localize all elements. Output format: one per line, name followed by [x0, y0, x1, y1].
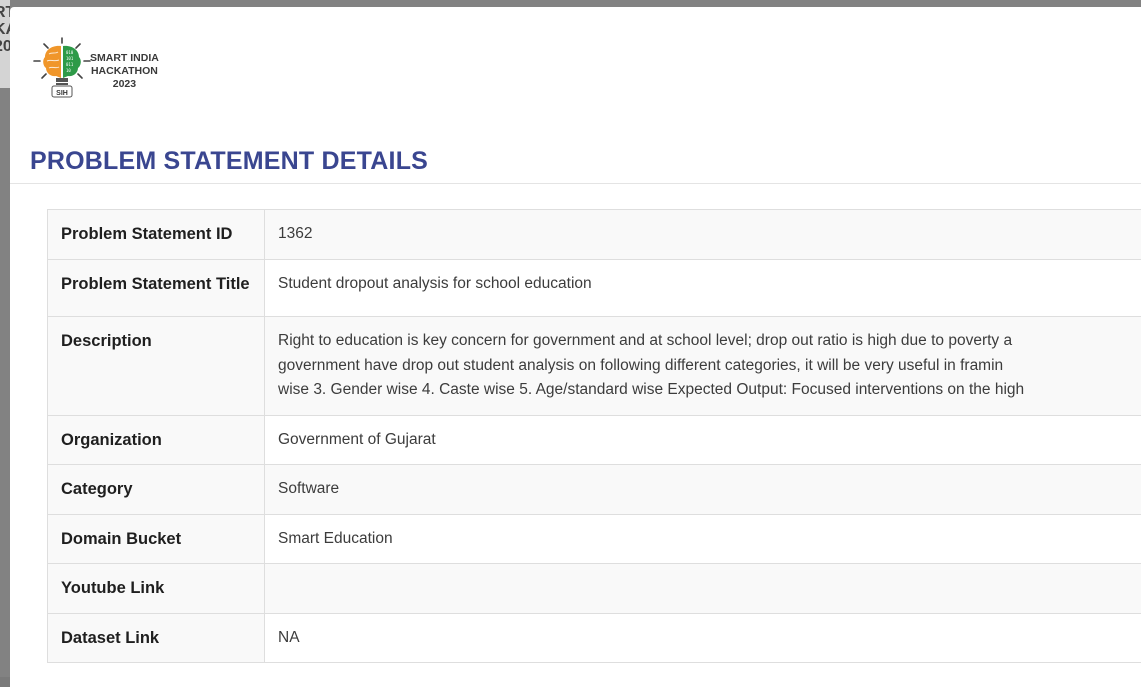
problem-statement-modal: 010 101 011 10 SIH SMART INDIA HACKATHON…	[10, 7, 1141, 687]
table-row-category: Category Software	[48, 465, 1141, 515]
svg-text:010: 010	[66, 50, 74, 55]
table-row-domain: Domain Bucket Smart Education	[48, 514, 1141, 564]
background-page-fragment: RT KA 20	[0, 0, 10, 88]
svg-text:011: 011	[66, 62, 74, 67]
organization-label: Organization	[48, 415, 265, 465]
title-label: Problem Statement Title	[48, 259, 265, 317]
logo-wordmark: SMART INDIA HACKATHON 2023	[90, 52, 159, 91]
svg-text:SIH: SIH	[56, 90, 68, 97]
page-title: PROBLEM STATEMENT DETAILS	[30, 147, 428, 176]
logo-line-2: HACKATHON	[90, 65, 159, 78]
domain-value: Smart Education	[265, 514, 1141, 564]
category-value: Software	[265, 465, 1141, 515]
domain-label: Domain Bucket	[48, 514, 265, 564]
category-label: Category	[48, 465, 265, 515]
background-page-text: RT KA 20	[0, 4, 10, 55]
brain-bulb-icon: 010 101 011 10 SIH	[32, 37, 92, 103]
table-row-description: Description Right to education is key co…	[48, 317, 1141, 416]
table-row-dataset: Dataset Link NA	[48, 613, 1141, 663]
youtube-link[interactable]	[265, 564, 1141, 614]
logo-line-1: SMART INDIA	[90, 52, 159, 65]
table-row-organization: Organization Government of Gujarat	[48, 415, 1141, 465]
sih-logo: 010 101 011 10 SIH SMART INDIA HACKATHON…	[32, 37, 172, 103]
table-row-title: Problem Statement Title Student dropout …	[48, 259, 1141, 317]
description-line: Right to education is key concern for go…	[278, 329, 1141, 354]
dataset-link: NA	[265, 613, 1141, 663]
youtube-label: Youtube Link	[48, 564, 265, 614]
problem-details-table: Problem Statement ID 1362 Problem Statem…	[47, 209, 1141, 663]
modal-header: 010 101 011 10 SIH SMART INDIA HACKATHON…	[10, 7, 1141, 184]
svg-text:101: 101	[66, 56, 74, 61]
description-line: government have drop out student analysi…	[278, 354, 1141, 379]
logo-line-3: 2023	[90, 78, 159, 91]
table-row-youtube: Youtube Link	[48, 564, 1141, 614]
organization-value: Government of Gujarat	[265, 415, 1141, 465]
id-value: 1362	[265, 210, 1141, 260]
table-row-id: Problem Statement ID 1362	[48, 210, 1141, 260]
dataset-label: Dataset Link	[48, 613, 265, 663]
svg-text:10: 10	[66, 68, 71, 73]
description-value: Right to education is key concern for go…	[265, 317, 1141, 416]
description-line: wise 3. Gender wise 4. Caste wise 5. Age…	[278, 378, 1141, 403]
title-value: Student dropout analysis for school educ…	[265, 259, 1141, 317]
description-label: Description	[48, 317, 265, 416]
id-label: Problem Statement ID	[48, 210, 265, 260]
